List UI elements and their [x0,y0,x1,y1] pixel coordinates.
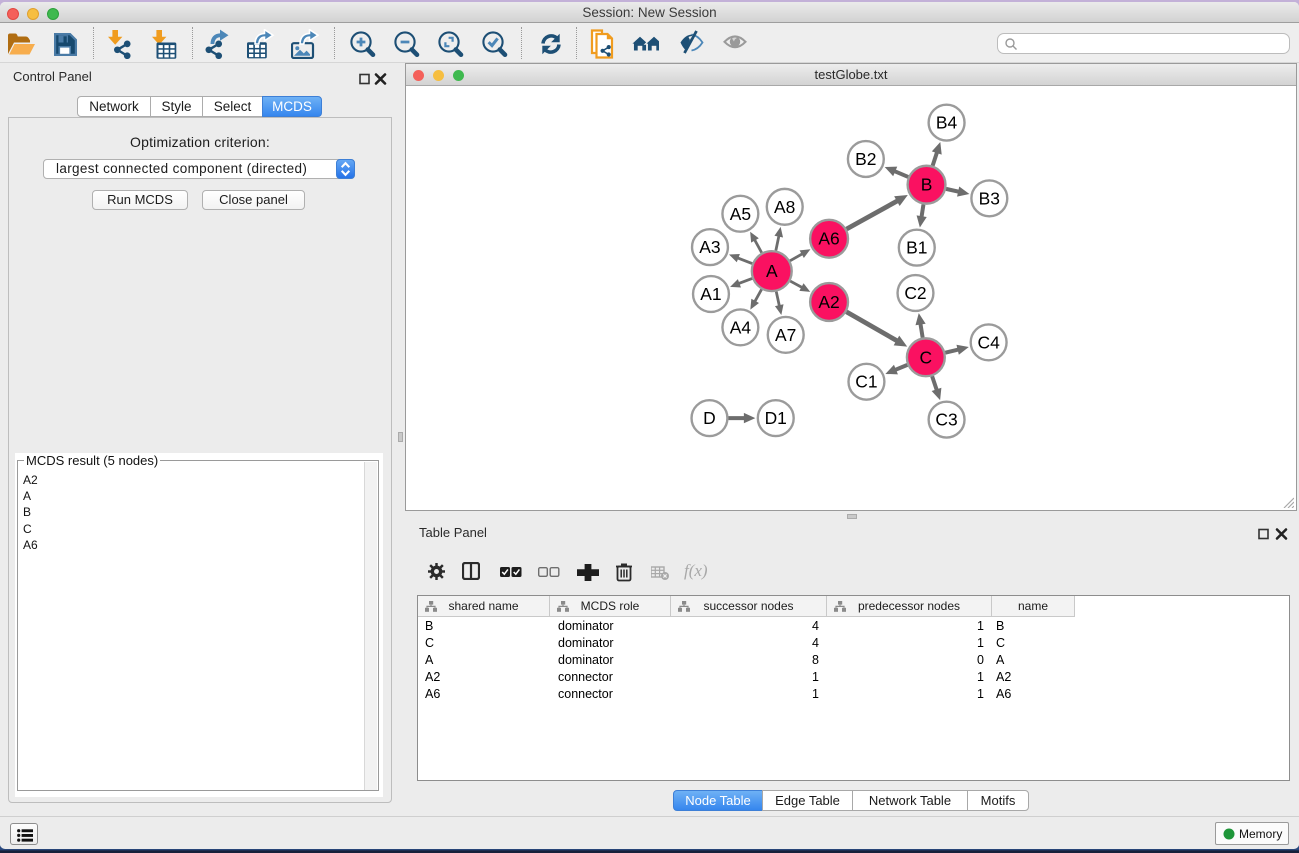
svg-text:B2: B2 [855,149,876,169]
svg-text:C2: C2 [904,283,926,303]
svg-text:A7: A7 [775,325,796,345]
svg-text:C3: C3 [935,410,957,430]
svg-text:C4: C4 [977,332,1000,352]
svg-text:B1: B1 [906,238,927,258]
svg-text:C1: C1 [855,372,877,392]
svg-text:A2: A2 [818,292,839,312]
svg-text:A1: A1 [700,284,721,304]
svg-text:A4: A4 [730,317,752,337]
svg-text:D1: D1 [765,408,787,428]
svg-text:A6: A6 [818,229,839,249]
svg-text:B: B [921,175,933,195]
svg-text:A: A [766,261,778,281]
svg-text:B3: B3 [979,188,1000,208]
svg-text:A8: A8 [774,197,795,217]
svg-text:C: C [920,347,933,367]
svg-text:A5: A5 [730,204,751,224]
svg-text:A3: A3 [699,237,720,257]
svg-text:D: D [703,408,716,428]
svg-text:B4: B4 [936,113,958,133]
